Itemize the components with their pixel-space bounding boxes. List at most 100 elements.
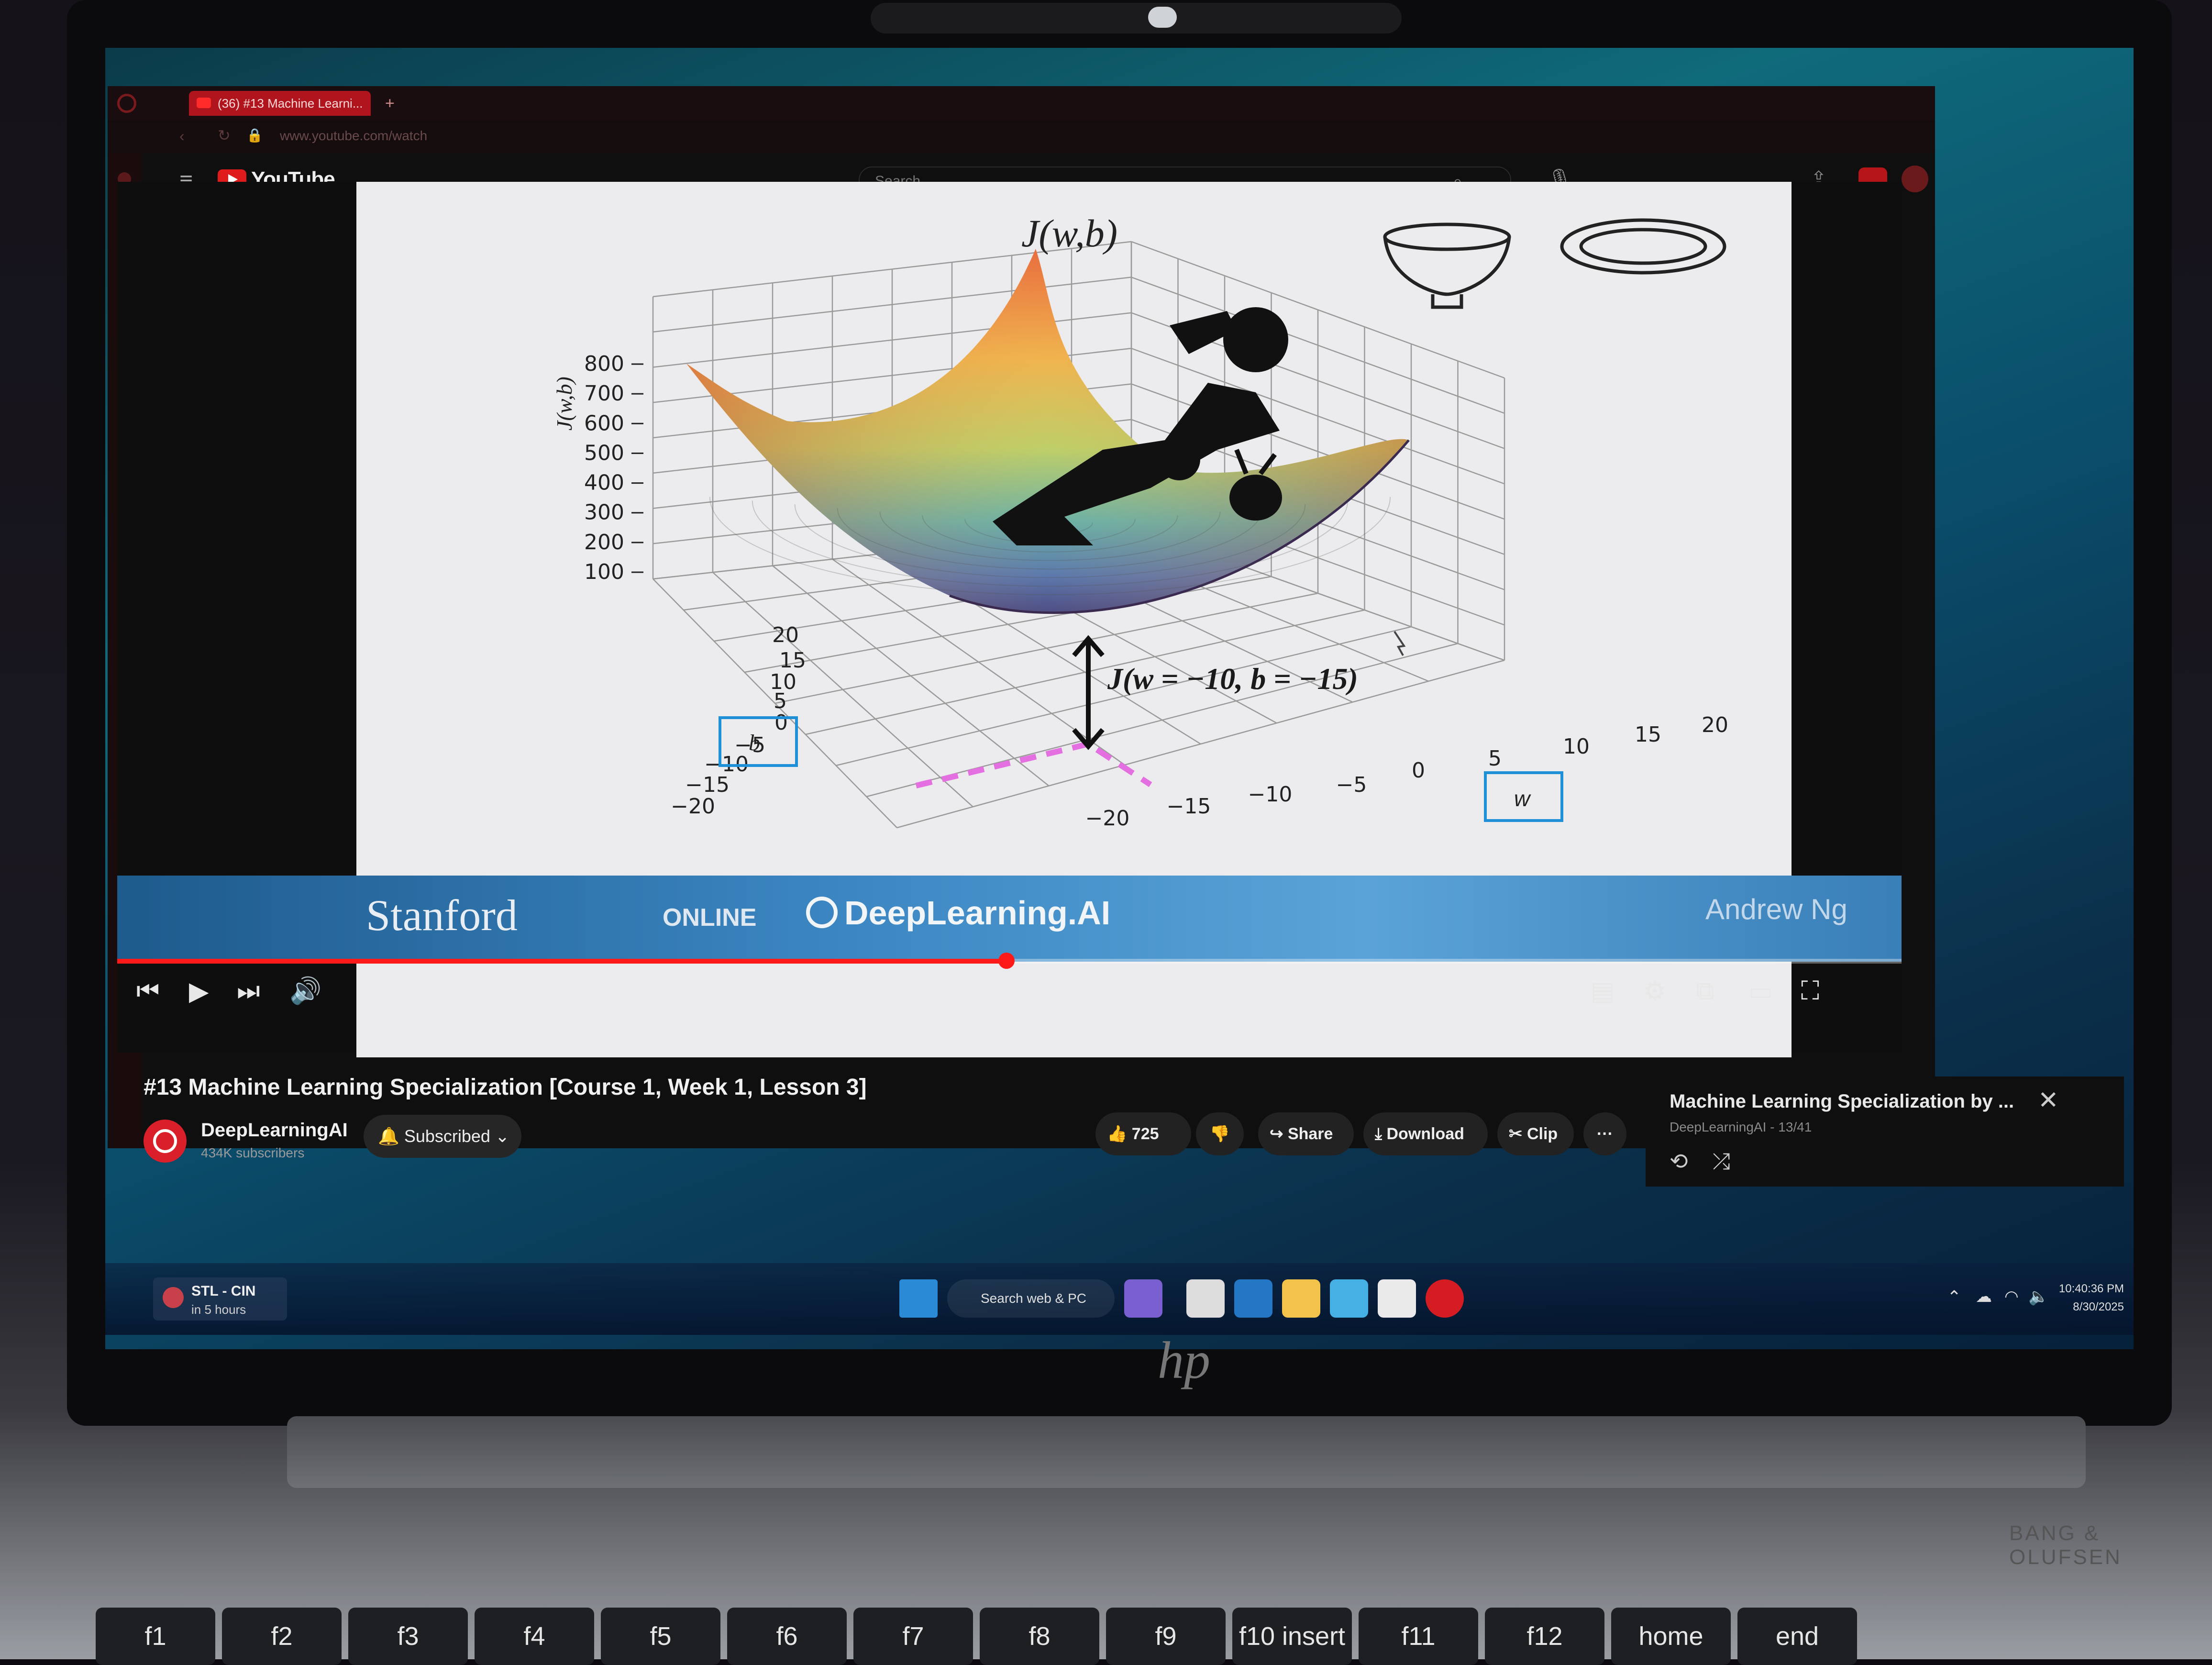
youtube-favicon-icon bbox=[197, 98, 211, 108]
b-tick-label: 15 bbox=[779, 648, 806, 673]
w-axis-label: w bbox=[1514, 786, 1531, 811]
dislike-button[interactable]: 👎 bbox=[1196, 1112, 1244, 1155]
copilot-app-icon[interactable] bbox=[1330, 1279, 1368, 1318]
volume-icon[interactable]: 🔊 bbox=[289, 976, 321, 1006]
w-tick-label: −20 bbox=[1085, 806, 1130, 831]
key-f11[interactable]: f11 bbox=[1359, 1608, 1478, 1665]
z-tick-label: 700 bbox=[584, 381, 624, 406]
task-view-icon[interactable] bbox=[1186, 1279, 1225, 1318]
back-icon[interactable]: ‹ bbox=[179, 127, 185, 145]
playlist-title[interactable]: Machine Learning Specialization by ... bbox=[1670, 1091, 2014, 1112]
plot-title: J(w,b) bbox=[1021, 211, 1117, 255]
video-player[interactable]: J(w,b) J(w,b) 100 200 300 400 500 600 700 800 −… bbox=[117, 182, 1902, 1057]
weather-widget[interactable]: STL - CIN in 5 hours bbox=[153, 1277, 287, 1321]
playlist-panel: Machine Learning Specialization by ... D… bbox=[1646, 1077, 2124, 1187]
subscribe-button[interactable]: 🔔 Subscribed ⌄ bbox=[364, 1115, 521, 1158]
clock-time[interactable]: 10:40:36 PM bbox=[2059, 1282, 2124, 1296]
tab-bar: (36) #13 Machine Learni... + bbox=[108, 86, 1935, 120]
key-f12[interactable]: f12 bbox=[1485, 1608, 1604, 1665]
tab-title: (36) #13 Machine Learni... bbox=[218, 96, 363, 111]
loop-icon[interactable]: ⟲ bbox=[1670, 1148, 1688, 1174]
w-axis-ticks: −20 −15 −10 −5 0 5 10 15 20 bbox=[1085, 713, 1728, 831]
file-explorer-icon[interactable] bbox=[1282, 1279, 1320, 1318]
key-home[interactable]: home bbox=[1611, 1608, 1731, 1665]
chevron-down-icon: ⌄ bbox=[495, 1126, 510, 1146]
z-tick-label: 800 bbox=[584, 352, 624, 376]
chevron-up-icon[interactable]: ⌃ bbox=[1947, 1287, 1961, 1307]
opera-logo-icon[interactable] bbox=[117, 94, 136, 113]
key-f1[interactable]: f1 bbox=[96, 1608, 215, 1665]
z-tick-label: 200 bbox=[584, 530, 624, 555]
subscribe-label: Subscribed bbox=[404, 1126, 490, 1146]
b-axis-label: b bbox=[749, 730, 760, 755]
wifi-icon[interactable]: ◠ bbox=[2004, 1287, 2019, 1306]
key-end[interactable]: end bbox=[1737, 1608, 1857, 1665]
previous-icon[interactable]: ⏮ bbox=[136, 976, 160, 1006]
progress-fill bbox=[117, 959, 1007, 964]
download-label: Download bbox=[1386, 1125, 1464, 1143]
download-button[interactable]: ⤓ Download bbox=[1363, 1112, 1488, 1155]
share-button[interactable]: ↪ Share bbox=[1258, 1112, 1354, 1155]
key-f2[interactable]: f2 bbox=[222, 1608, 342, 1665]
miniplayer-icon[interactable]: ⧉ bbox=[1696, 976, 1714, 1006]
like-button[interactable]: 👍 725 bbox=[1095, 1112, 1191, 1155]
windows-start-icon[interactable] bbox=[899, 1279, 938, 1318]
subtitles-icon[interactable]: ▤ bbox=[1591, 976, 1615, 1006]
opera-icon[interactable] bbox=[1426, 1279, 1464, 1318]
b-tick-label: 10 bbox=[770, 670, 796, 694]
highlight-annotation: J(w = −10, b = −15) bbox=[1107, 662, 1358, 696]
play-icon[interactable]: ▶ bbox=[189, 976, 209, 1006]
scissors-icon: ✂ bbox=[1509, 1125, 1523, 1143]
w-tick-label: 20 bbox=[1702, 713, 1728, 737]
taskbar-search-label: Search web & PC bbox=[981, 1291, 1086, 1306]
laptop-hinge bbox=[287, 1416, 2086, 1488]
plate-icon bbox=[1560, 218, 1726, 275]
next-icon[interactable]: ⏭ bbox=[237, 976, 260, 1006]
tab-youtube[interactable]: (36) #13 Machine Learni... bbox=[189, 91, 371, 116]
key-f4[interactable]: f4 bbox=[475, 1608, 594, 1665]
weather-subtitle: in 5 hours bbox=[191, 1302, 246, 1317]
vscode-icon[interactable] bbox=[1234, 1279, 1272, 1318]
key-f5[interactable]: f5 bbox=[601, 1608, 720, 1665]
close-icon[interactable]: ✕ bbox=[2038, 1086, 2059, 1115]
key-f10-insert[interactable]: f10 insert bbox=[1232, 1608, 1352, 1665]
theater-mode-icon[interactable]: ▭ bbox=[1748, 976, 1773, 1006]
key-f8[interactable]: f8 bbox=[980, 1608, 1099, 1665]
shuffle-icon[interactable]: ⤮ bbox=[1713, 1148, 1730, 1175]
reload-icon[interactable]: ↻ bbox=[218, 126, 231, 144]
key-f9[interactable]: f9 bbox=[1106, 1608, 1226, 1665]
key-f7[interactable]: f7 bbox=[853, 1608, 973, 1665]
store-icon[interactable] bbox=[1378, 1279, 1416, 1318]
weather-title: STL - CIN bbox=[191, 1283, 256, 1299]
key-f3[interactable]: f3 bbox=[348, 1608, 468, 1665]
cloud-icon[interactable]: ☁ bbox=[1976, 1287, 1992, 1306]
bell-icon: 🔔 bbox=[378, 1126, 399, 1146]
new-tab-button[interactable]: + bbox=[385, 91, 404, 116]
taskbar-search[interactable]: Search web & PC bbox=[947, 1279, 1115, 1318]
clip-label: Clip bbox=[1526, 1125, 1558, 1143]
settings-icon[interactable]: ⚙ bbox=[1643, 976, 1666, 1006]
progress-scrubber[interactable] bbox=[998, 953, 1015, 969]
avatar[interactable] bbox=[1902, 166, 1928, 192]
like-count: 725 bbox=[1131, 1125, 1159, 1143]
z-tick-label: 600 bbox=[584, 411, 624, 435]
key-f6[interactable]: f6 bbox=[727, 1608, 847, 1665]
channel-logo-icon bbox=[153, 1129, 177, 1153]
copilot-icon[interactable] bbox=[1124, 1279, 1162, 1318]
z-tick-label: 300 bbox=[584, 500, 624, 525]
w-tick-label: 5 bbox=[1488, 746, 1502, 771]
channel-name[interactable]: DeepLearningAI bbox=[201, 1120, 348, 1141]
url-field[interactable]: www.youtube.com/watch bbox=[280, 128, 427, 144]
z-axis-ticks: 100 200 300 400 500 600 700 800 bbox=[584, 352, 643, 584]
online-brand: ONLINE bbox=[663, 904, 757, 932]
b-tick-label: 0 bbox=[774, 710, 788, 735]
z-axis-label: J(w,b) bbox=[552, 377, 576, 431]
speaker-icon[interactable]: 🔈 bbox=[2028, 1287, 2048, 1306]
fullscreen-icon[interactable]: ⛶ bbox=[1801, 976, 1819, 1006]
address-bar: ‹ ↻ 🔒 www.youtube.com/watch bbox=[108, 120, 1935, 153]
thumbs-down-icon: 👎 bbox=[1209, 1125, 1230, 1143]
more-actions-button[interactable]: ··· bbox=[1583, 1112, 1626, 1155]
channel-avatar[interactable] bbox=[144, 1120, 187, 1163]
clock-date[interactable]: 8/30/2025 bbox=[2073, 1300, 2124, 1314]
clip-button[interactable]: ✂ Clip bbox=[1497, 1112, 1574, 1155]
